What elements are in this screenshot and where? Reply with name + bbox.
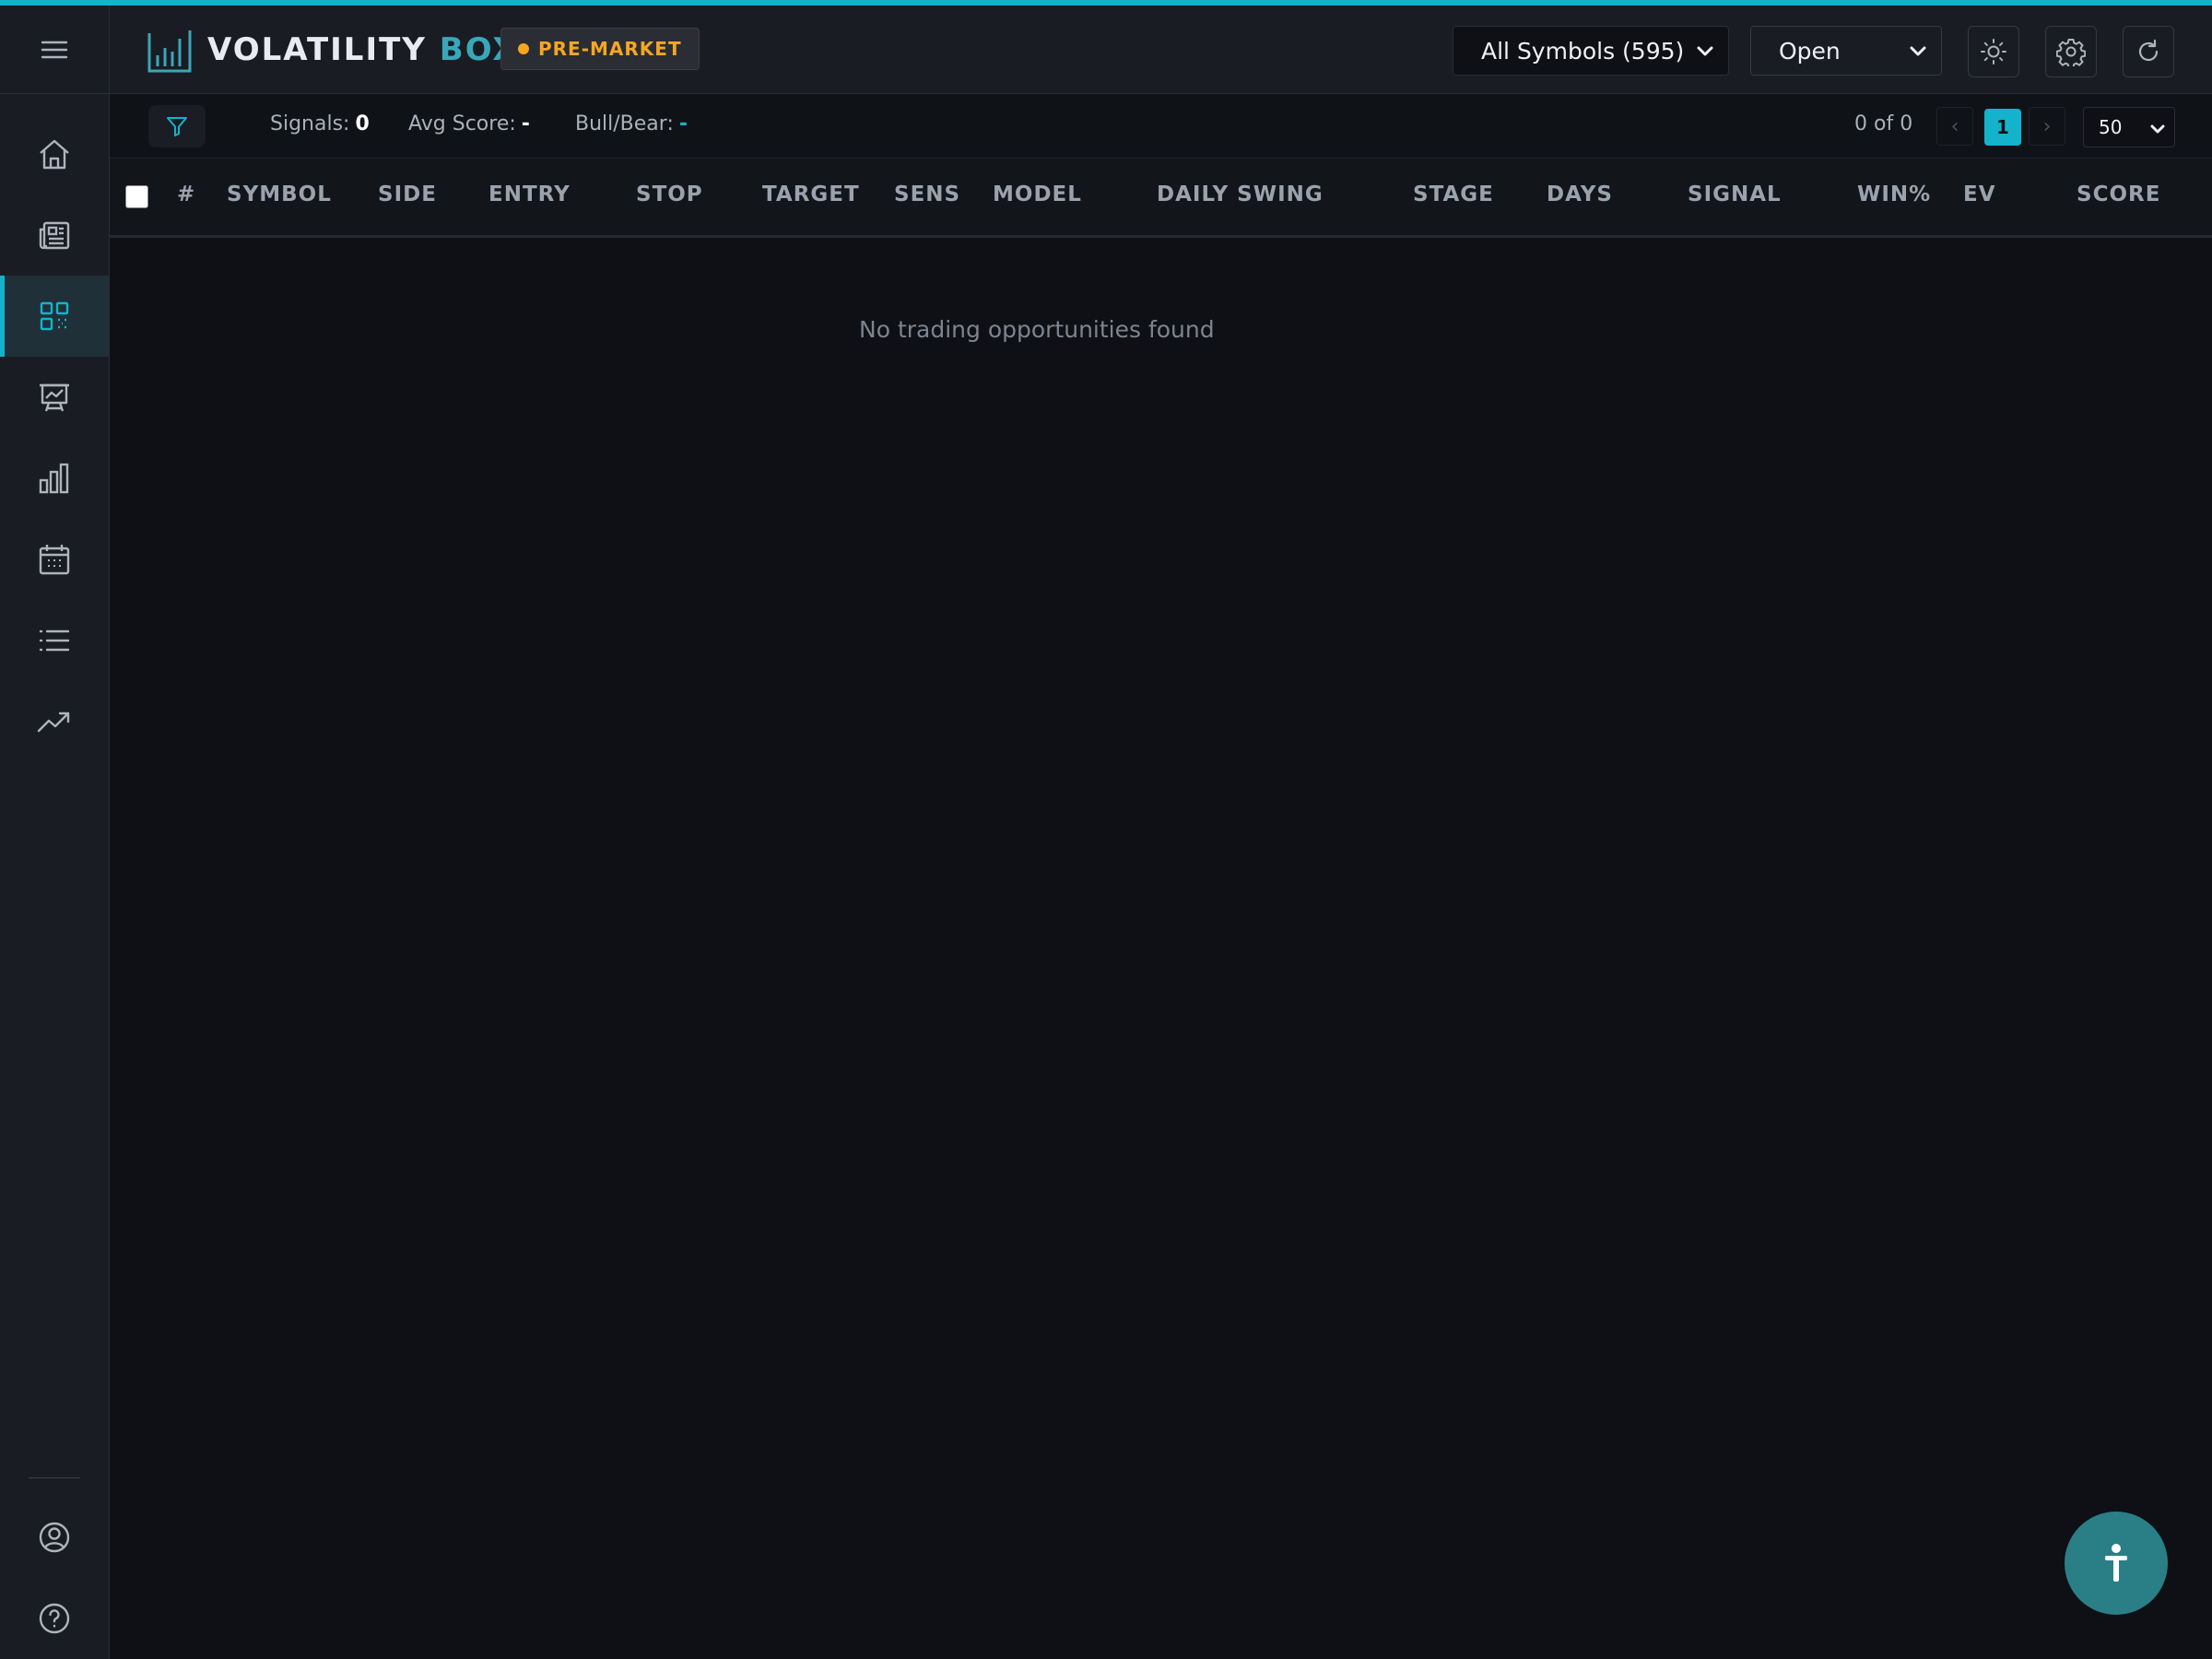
brand-name-part1: VOLATILITY xyxy=(207,31,427,68)
sidebar-item-trends[interactable] xyxy=(0,681,109,762)
next-page-button[interactable]: › xyxy=(2029,107,2065,146)
sidebar-item-help[interactable] xyxy=(0,1578,109,1659)
stats-toolbar: Signals: 0 Avg Score: - Bull/Bear: - 0 of 0… xyxy=(110,94,2212,159)
accessibility-button[interactable] xyxy=(2065,1512,2168,1615)
per-page-value: 50 xyxy=(2099,116,2123,138)
table-header: # SYMBOL SIDE ENTRY STOP TARGET SENS MOD… xyxy=(110,159,2212,238)
avg-score-label: Avg Score: xyxy=(408,112,516,135)
sidebar-item-news[interactable] xyxy=(0,194,109,276)
brand-name: VOLATILITY BOX xyxy=(207,31,519,68)
bull-bear-value: - xyxy=(678,112,688,135)
sidebar-item-presentation[interactable] xyxy=(0,357,109,438)
column-header-win-pct[interactable]: WIN% xyxy=(1857,182,1931,206)
column-header-daily-swing[interactable]: DAILY SWING xyxy=(1157,182,1324,206)
hamburger-menu-icon[interactable] xyxy=(41,40,68,60)
sidebar-item-home[interactable] xyxy=(0,113,109,194)
sidebar-item-profile[interactable] xyxy=(0,1497,109,1578)
page-number-current[interactable]: 1 xyxy=(1984,109,2021,146)
sidebar-divider xyxy=(29,1477,80,1478)
symbols-filter-value: All Symbols (595) xyxy=(1481,37,1685,65)
column-header-sens[interactable]: SENS xyxy=(894,182,960,206)
column-header-symbol[interactable]: SYMBOL xyxy=(227,182,332,206)
refresh-icon xyxy=(2135,38,2162,65)
sidebar-item-analytics[interactable] xyxy=(0,438,109,519)
market-status-label: PRE-MARKET xyxy=(538,38,682,60)
sidebar-nav xyxy=(0,113,109,762)
scanner-icon xyxy=(36,298,73,335)
sidebar-item-calendar[interactable] xyxy=(0,519,109,600)
market-status-badge: PRE-MARKET xyxy=(500,28,700,70)
market-status-dot xyxy=(518,43,529,54)
column-header-side[interactable]: SIDE xyxy=(378,182,437,206)
column-header-days[interactable]: DAYS xyxy=(1547,182,1613,206)
brand-logo[interactable]: VOLATILITY BOX xyxy=(147,26,519,74)
filter-button[interactable] xyxy=(148,105,206,147)
settings-button[interactable] xyxy=(2045,26,2097,77)
status-filter-select[interactable]: Open xyxy=(1750,26,1942,76)
presentation-chart-icon xyxy=(36,379,73,416)
select-all-checkbox[interactable] xyxy=(125,185,148,208)
prev-page-button[interactable]: ‹ xyxy=(1936,107,1973,146)
signals-value: 0 xyxy=(355,112,370,135)
column-header-model[interactable]: MODEL xyxy=(993,182,1082,206)
chevron-down-icon xyxy=(1908,41,1928,62)
top-header: VOLATILITY BOX PRE-MARKET All Symbols (5… xyxy=(110,6,2212,94)
bull-bear-stat: Bull/Bear: - xyxy=(575,112,688,135)
column-header-stop[interactable]: STOP xyxy=(636,182,703,206)
chevron-down-icon xyxy=(2148,120,2167,138)
column-header-entry[interactable]: ENTRY xyxy=(488,182,571,206)
help-icon xyxy=(36,1600,73,1637)
user-icon xyxy=(36,1519,73,1556)
filter-icon xyxy=(165,114,189,138)
status-filter-value: Open xyxy=(1779,37,1841,65)
logo-bars-icon xyxy=(147,26,193,74)
sidebar-item-scanner[interactable] xyxy=(0,276,109,357)
chevron-down-icon xyxy=(1695,41,1715,62)
calendar-icon xyxy=(36,541,73,578)
column-header-ev[interactable]: EV xyxy=(1963,182,1996,206)
column-header-signal[interactable]: SIGNAL xyxy=(1688,182,1782,206)
accessibility-icon xyxy=(2098,1541,2135,1585)
signals-stat: Signals: 0 xyxy=(270,112,370,135)
column-header-stage[interactable]: STAGE xyxy=(1413,182,1494,206)
list-icon xyxy=(36,622,73,659)
refresh-button[interactable] xyxy=(2123,26,2174,77)
sidebar xyxy=(0,6,110,1659)
sidebar-item-list[interactable] xyxy=(0,600,109,681)
news-icon xyxy=(36,217,73,253)
theme-toggle-button[interactable] xyxy=(1968,26,2019,77)
sidebar-header xyxy=(0,6,109,94)
avg-score-value: - xyxy=(521,112,530,135)
column-header-index[interactable]: # xyxy=(177,182,195,206)
trending-up-icon xyxy=(36,703,73,740)
avg-score-stat: Avg Score: - xyxy=(408,112,530,135)
signals-label: Signals: xyxy=(270,112,350,135)
gear-icon xyxy=(2056,37,2086,66)
sun-icon xyxy=(1980,38,2007,65)
bar-chart-icon xyxy=(36,460,73,497)
per-page-select[interactable]: 50 xyxy=(2083,107,2175,147)
symbols-filter-select[interactable]: All Symbols (595) xyxy=(1453,26,1729,76)
empty-state-message: No trading opportunities found xyxy=(859,316,1215,343)
bull-bear-label: Bull/Bear: xyxy=(575,112,674,135)
column-header-target[interactable]: TARGET xyxy=(762,182,860,206)
column-header-score[interactable]: SCORE xyxy=(2077,182,2160,206)
sidebar-bottom xyxy=(0,1477,109,1659)
pagination-count: 0 of 0 xyxy=(1854,112,1913,135)
home-icon xyxy=(36,135,73,172)
